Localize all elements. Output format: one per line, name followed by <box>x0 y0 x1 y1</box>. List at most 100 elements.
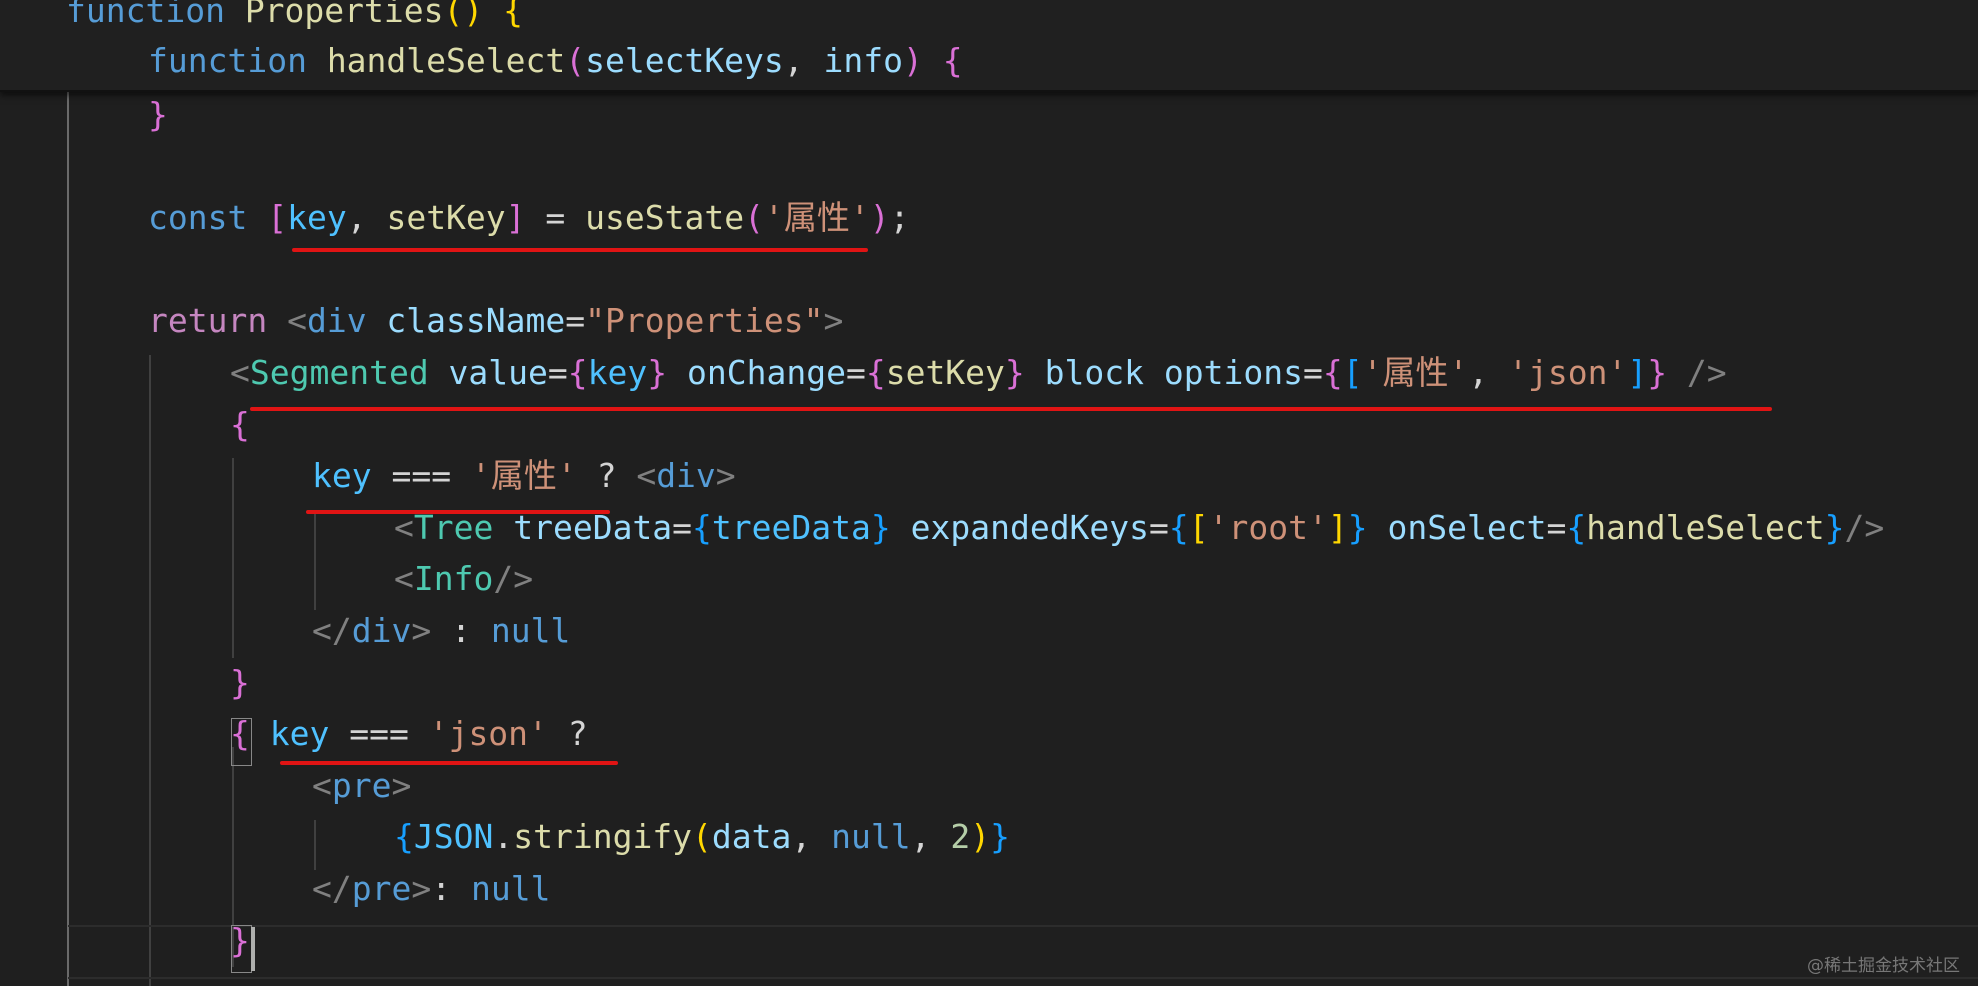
code-token: , <box>791 817 832 856</box>
code-line-17[interactable]: } <box>0 916 250 966</box>
sticky-line-1[interactable]: function Properties() { <box>0 0 523 36</box>
code-line-11[interactable]: </div> : null <box>0 606 570 656</box>
code-token: : <box>431 869 471 908</box>
code-token: } <box>990 817 1011 856</box>
code-token: < <box>287 301 307 340</box>
sticky-line-2[interactable]: function handleSelect(selectKeys, info) … <box>0 36 963 86</box>
code-token: = <box>547 353 568 392</box>
code-line-12[interactable]: } <box>0 658 250 708</box>
code-editor[interactable]: function Properties() { function handleS… <box>0 0 1978 986</box>
code-token: key <box>312 456 372 495</box>
code-token: setKey <box>885 353 1005 392</box>
code-token: > <box>391 766 412 805</box>
code-token: options <box>1144 353 1303 392</box>
code-token: div <box>656 456 716 495</box>
code-token: = <box>1302 353 1323 392</box>
code-token: , <box>910 817 951 856</box>
code-token: ] <box>1327 508 1348 547</box>
code-token: ( <box>744 198 764 237</box>
code-token: = <box>845 353 866 392</box>
code-token: ) <box>869 198 890 237</box>
code-token: stringify <box>513 817 693 856</box>
annotation-underline <box>292 248 868 252</box>
code-token: ( <box>692 817 712 856</box>
text-cursor <box>251 927 255 971</box>
code-token: data <box>711 817 792 856</box>
code-token: 'json' <box>1508 353 1628 392</box>
code-token: , <box>783 41 824 80</box>
code-token: null <box>490 611 571 650</box>
code-token: < <box>312 766 332 805</box>
code-token: </ <box>312 869 352 908</box>
code-line-3[interactable]: const [key, setKey] = useState('属性'); <box>0 193 909 243</box>
code-token: } <box>148 95 168 134</box>
annotation-underline <box>250 407 1772 411</box>
code-token: function <box>66 0 245 30</box>
code-token: } <box>647 353 668 392</box>
code-token: null <box>831 817 911 856</box>
code-line-6[interactable]: <Segmented value={key} onChange={setKey}… <box>0 348 1727 398</box>
code-token: } <box>1824 508 1845 547</box>
code-line-8[interactable]: key === '属性' ? <div> <box>0 451 736 501</box>
code-line-7[interactable]: { <box>0 400 250 450</box>
code-token: > <box>715 456 736 495</box>
code-token: . <box>493 817 514 856</box>
watermark: @稀土掘金技术社区 <box>1807 956 1960 976</box>
sticky-scroll-header[interactable]: function Properties() { function handleS… <box>0 0 1978 92</box>
code-line-1[interactable]: } <box>0 90 168 140</box>
code-token: = <box>672 508 693 547</box>
code-token: '属性' <box>470 456 577 495</box>
code-token: key <box>287 198 347 237</box>
code-token: </ <box>312 611 352 650</box>
code-token: { <box>230 405 250 444</box>
code-token: /> <box>493 559 534 598</box>
code-token: ( <box>565 41 586 80</box>
code-token: = <box>565 301 586 340</box>
code-token: Info <box>413 559 494 598</box>
current-line-highlight <box>68 925 1978 979</box>
code-line-15[interactable]: {JSON.stringify(data, null, 2)} <box>0 812 1010 862</box>
code-token: < <box>394 559 414 598</box>
code-token: Segmented <box>249 353 429 392</box>
code-token: ) { <box>903 41 963 80</box>
code-token: const <box>148 198 268 237</box>
code-token: } <box>1004 353 1025 392</box>
code-token: /> <box>1844 508 1885 547</box>
code-token: setKey <box>386 198 506 237</box>
code-token: < <box>230 353 250 392</box>
code-token: div <box>351 611 412 650</box>
code-token: < <box>636 456 657 495</box>
bracket-match-highlight <box>231 718 252 766</box>
bracket-match-highlight <box>231 925 252 973</box>
code-token: useState <box>585 198 745 237</box>
code-token: } <box>1347 508 1368 547</box>
code-token: Properties <box>244 0 444 30</box>
code-token: > <box>411 611 432 650</box>
code-token: { <box>1566 508 1587 547</box>
code-token: { <box>567 353 588 392</box>
code-line-14[interactable]: <pre> <box>0 761 411 811</box>
code-token: ] <box>1627 353 1648 392</box>
code-token: JSON <box>413 817 494 856</box>
code-token: () { <box>443 0 523 30</box>
code-line-5[interactable]: return <div className="Properties"> <box>0 296 843 346</box>
code-token: [ <box>1342 353 1363 392</box>
code-token: ] <box>505 198 526 237</box>
code-token: null <box>470 869 551 908</box>
code-token: handleSelect <box>326 41 566 80</box>
code-token: { <box>394 817 414 856</box>
code-token: } <box>230 663 250 702</box>
code-token: key <box>249 714 330 753</box>
code-token: === <box>329 714 429 753</box>
code-token: === <box>371 456 471 495</box>
code-line-10[interactable]: <Info/> <box>0 554 533 604</box>
code-token: className <box>366 301 566 340</box>
code-token: [ <box>267 198 288 237</box>
code-token: return <box>148 301 288 340</box>
code-token: 'json' <box>428 714 548 753</box>
code-token: 'root' <box>1208 508 1328 547</box>
code-line-9[interactable]: <Tree treeData={treeData} expandedKeys={… <box>0 503 1884 553</box>
code-line-16[interactable]: </pre>: null <box>0 864 550 914</box>
code-line-13[interactable]: { key === 'json' ? <box>0 709 588 759</box>
code-token: "Properties" <box>585 301 824 340</box>
